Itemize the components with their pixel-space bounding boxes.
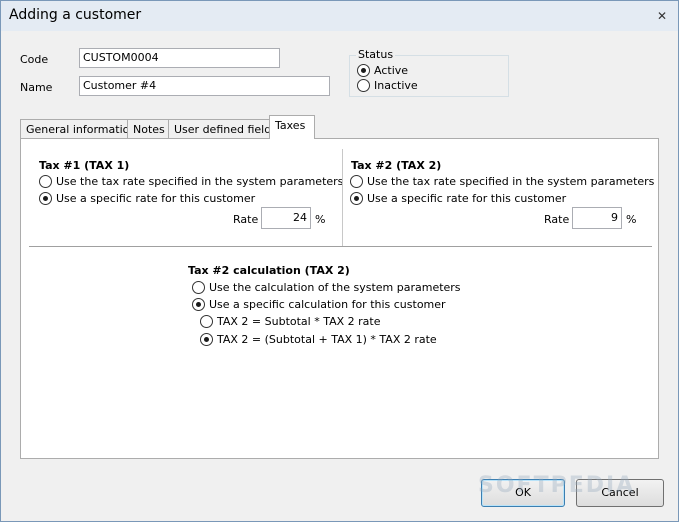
radio-checked-icon[interactable]: [200, 333, 213, 346]
taxes-panel: Tax #1 (TAX 1) Use the tax rate specifie…: [20, 138, 659, 459]
name-field[interactable]: Customer #4: [79, 76, 330, 96]
calc-formula-a-option[interactable]: TAX 2 = Subtotal * TAX 2 rate: [200, 315, 380, 328]
calc-option-system[interactable]: Use the calculation of the system parame…: [192, 281, 461, 294]
ok-button[interactable]: OK: [481, 479, 565, 507]
radio-checked-icon[interactable]: [357, 64, 370, 77]
tax2-option-system-label: Use the tax rate specified in the system…: [367, 175, 655, 188]
name-label: Name: [20, 81, 53, 94]
tax2-rate-input[interactable]: 9: [572, 207, 622, 229]
radio-unchecked-icon[interactable]: [192, 281, 205, 294]
tax1-rate-label: Rate: [233, 213, 259, 226]
horizontal-divider: [29, 246, 652, 247]
title-bar: Adding a customer ✕: [1, 1, 678, 31]
tax1-option-specific-label: Use a specific rate for this customer: [56, 192, 256, 205]
close-icon[interactable]: ✕: [654, 8, 670, 24]
status-active-option[interactable]: Active: [357, 64, 408, 77]
radio-checked-icon[interactable]: [350, 192, 363, 205]
tax1-option-system[interactable]: Use the tax rate specified in the system…: [39, 175, 343, 188]
cancel-button[interactable]: Cancel: [576, 479, 664, 507]
status-legend: Status: [356, 48, 396, 61]
vertical-divider: [342, 149, 343, 246]
tax1-rate-input[interactable]: 24: [261, 207, 311, 229]
tab-general-information[interactable]: General information: [20, 119, 143, 139]
calc-option-system-label: Use the calculation of the system parame…: [209, 281, 461, 294]
tax2-title: Tax #2 (TAX 2): [351, 159, 442, 172]
tab-taxes[interactable]: Taxes: [269, 115, 315, 139]
radio-unchecked-icon[interactable]: [357, 79, 370, 92]
calc-option-specific-label: Use a specific calculation for this cust…: [209, 298, 446, 311]
tax2-rate-unit: %: [626, 213, 637, 226]
dialog-window: Adding a customer ✕ Code CUSTOM0004 Name…: [0, 0, 679, 522]
tax1-option-system-label: Use the tax rate specified in the system…: [56, 175, 344, 188]
radio-unchecked-icon[interactable]: [350, 175, 363, 188]
tab-user-defined-fields[interactable]: User defined fields: [168, 119, 283, 139]
calc-option-specific[interactable]: Use a specific calculation for this cust…: [192, 298, 446, 311]
status-inactive-option[interactable]: Inactive: [357, 79, 418, 92]
tax2-rate-label: Rate: [544, 213, 570, 226]
tax1-title: Tax #1 (TAX 1): [39, 159, 130, 172]
code-field[interactable]: CUSTOM0004: [79, 48, 280, 68]
tax1-rate-unit: %: [315, 213, 326, 226]
calc-formula-a-label: TAX 2 = Subtotal * TAX 2 rate: [217, 315, 381, 328]
calc-formula-b-option[interactable]: TAX 2 = (Subtotal + TAX 1) * TAX 2 rate: [200, 333, 437, 346]
tax2-option-specific-label: Use a specific rate for this customer: [367, 192, 567, 205]
status-active-label: Active: [374, 64, 409, 77]
radio-unchecked-icon[interactable]: [39, 175, 52, 188]
status-group: Status Active Inactive: [349, 48, 509, 97]
radio-checked-icon[interactable]: [39, 192, 52, 205]
tax1-option-specific[interactable]: Use a specific rate for this customer: [39, 192, 255, 205]
calc-title: Tax #2 calculation (TAX 2): [188, 264, 350, 277]
status-inactive-label: Inactive: [374, 79, 418, 92]
radio-unchecked-icon[interactable]: [200, 315, 213, 328]
window-title: Adding a customer: [9, 7, 142, 23]
code-label: Code: [20, 53, 49, 66]
calc-formula-b-label: TAX 2 = (Subtotal + TAX 1) * TAX 2 rate: [217, 333, 437, 346]
radio-checked-icon[interactable]: [192, 298, 205, 311]
tab-notes[interactable]: Notes: [127, 119, 171, 139]
tax2-option-specific[interactable]: Use a specific rate for this customer: [350, 192, 566, 205]
tax2-option-system[interactable]: Use the tax rate specified in the system…: [350, 175, 654, 188]
